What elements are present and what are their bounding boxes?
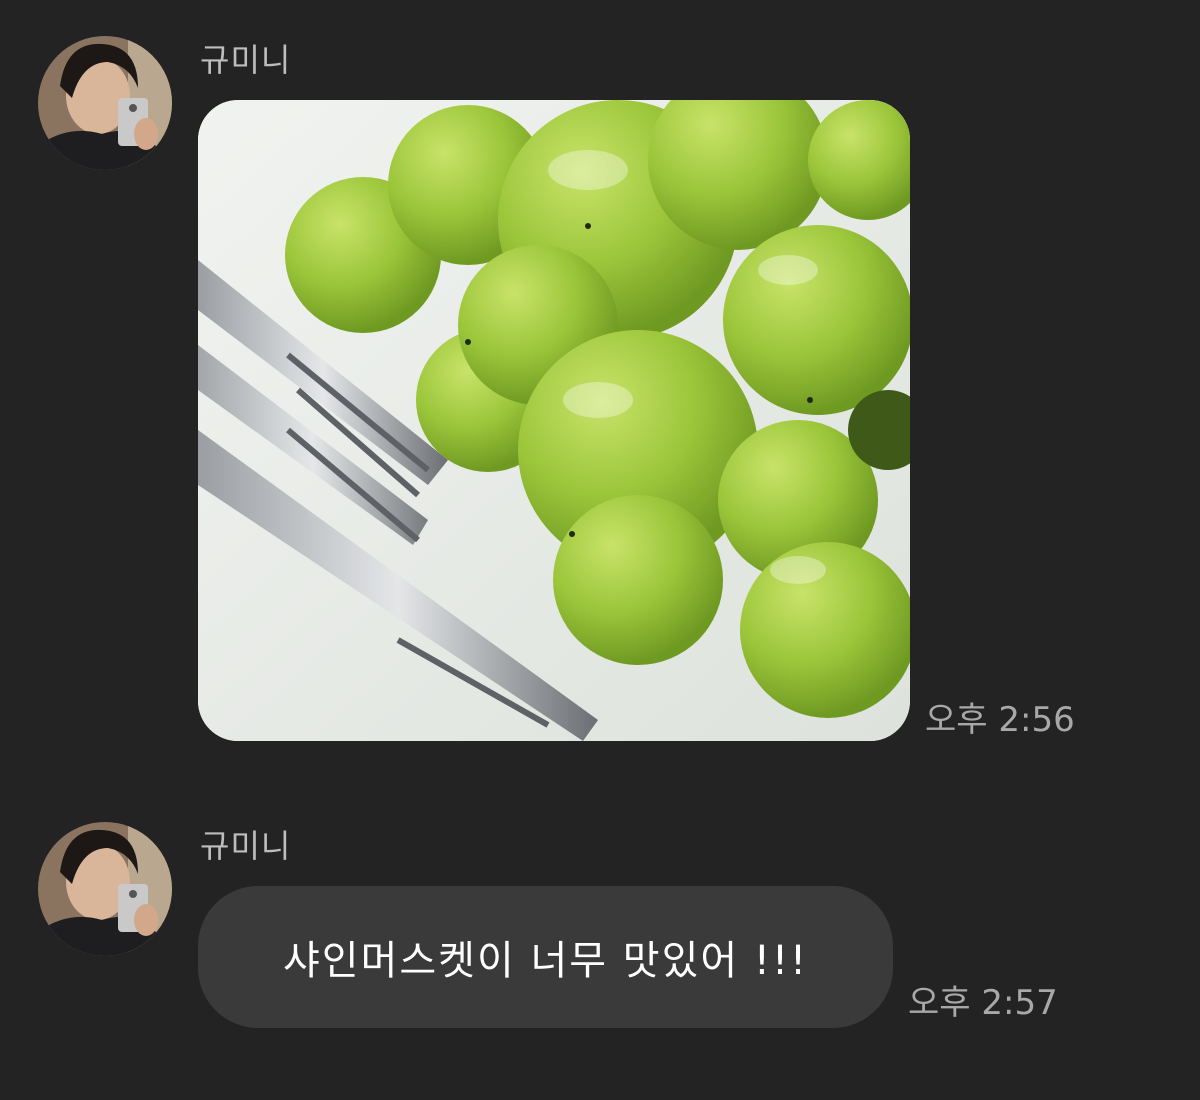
message-time: 오후 2:56 — [925, 700, 1075, 740]
text-message[interactable]: 샤인머스켓이 너무 맛있어 !!! — [198, 886, 893, 1028]
avatar[interactable] — [38, 822, 172, 956]
avatar-photo — [38, 36, 172, 170]
grapes-photo — [198, 100, 910, 741]
sender-name: 규미니 — [200, 827, 292, 865]
sender-name: 규미니 — [200, 41, 292, 79]
image-message[interactable] — [198, 100, 910, 741]
avatar-photo — [38, 822, 172, 956]
message-text: 샤인머스켓이 너무 맛있어 !!! — [282, 938, 809, 984]
message-time: 오후 2:57 — [908, 983, 1058, 1023]
chat-view: 규미니 오후 2:56 규미니 샤인머스켓이 너무 맛있어 !!! 오후 2:5… — [0, 0, 1200, 1100]
avatar[interactable] — [38, 36, 172, 170]
